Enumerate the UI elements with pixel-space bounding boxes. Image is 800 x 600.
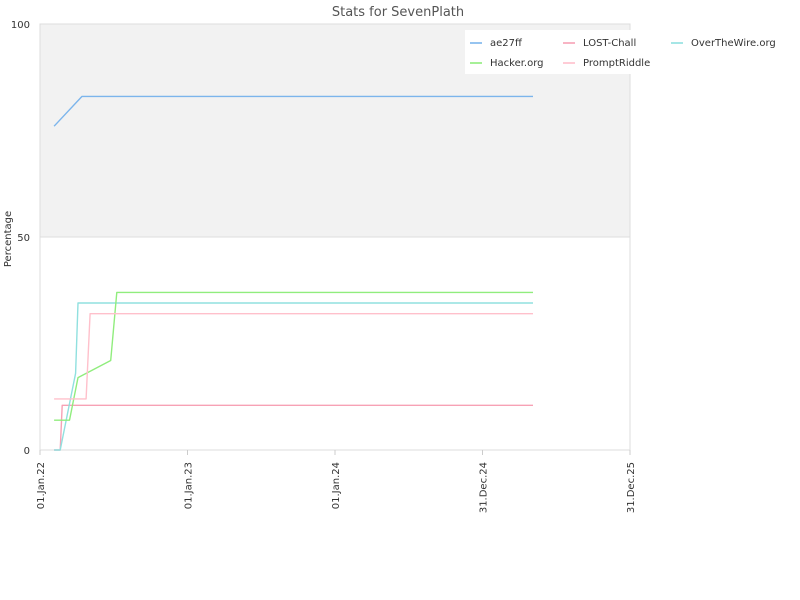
- legend: ae27ff LOST-Chall OverTheWire.org Hacker.or…: [465, 30, 795, 74]
- x-tick-label: 01.Jan.24: [331, 462, 342, 509]
- legend-label: PromptRiddle: [583, 58, 650, 69]
- x-tick-label: 01.Jan.22: [36, 462, 47, 509]
- y-tick-label: 0: [24, 446, 30, 457]
- series-line-LOST-Chall: [54, 404, 533, 451]
- x-tick-label: 01.Jan.23: [184, 462, 195, 509]
- legend-label: OverTheWire.org: [691, 38, 776, 49]
- x-tick-label: 31.Dec.25: [626, 462, 637, 513]
- stats-chart: Stats for SevenPlath Percentage 0 50 100 0…: [3, 5, 795, 513]
- legend-label: Hacker.org: [490, 58, 544, 69]
- x-axis-ticks: 01.Jan.22 01.Jan.23 01.Jan.24 31.Dec.24 31.D…: [36, 450, 637, 513]
- series-line-OverTheWire.org: [54, 302, 533, 451]
- y-axis-label: Percentage: [3, 211, 14, 267]
- series-line-Hacker.org: [54, 291, 533, 421]
- y-tick-label: 100: [11, 20, 30, 31]
- legend-label: LOST-Chall: [583, 38, 636, 49]
- x-tick-label: 31.Dec.24: [479, 462, 490, 513]
- legend-label: ae27ff: [490, 38, 523, 49]
- chart-title: Stats for SevenPlath: [332, 5, 464, 20]
- series-line-PromptRiddle: [54, 313, 533, 400]
- y-tick-label: 50: [17, 233, 30, 244]
